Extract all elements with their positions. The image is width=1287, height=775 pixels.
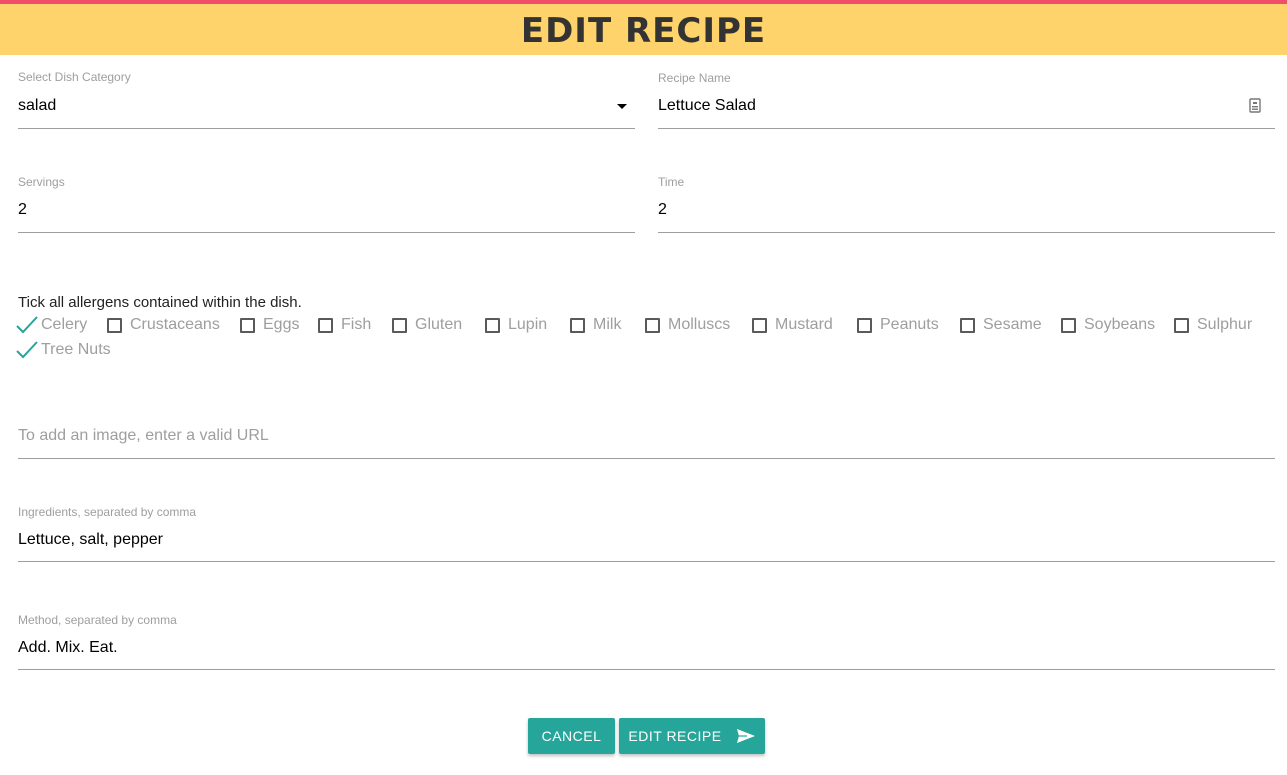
method-input[interactable]: Add. Mix. Eat.	[18, 639, 118, 657]
checkbox-box[interactable]	[392, 317, 407, 333]
checkmark-icon	[16, 316, 38, 334]
allergen-label: Crustaceans	[130, 316, 220, 333]
servings-input[interactable]: 2	[18, 201, 27, 219]
ingredients-label: Ingredients, separated by comma	[18, 505, 197, 519]
allergen-checkbox-molluscs[interactable]: Molluscs	[645, 315, 730, 335]
recipe-name-underline	[658, 128, 1275, 129]
time-input[interactable]: 2	[658, 201, 667, 219]
checkbox-box[interactable]	[570, 317, 585, 333]
checkbox-box[interactable]	[1174, 317, 1189, 333]
method-label: Method, separated by comma	[18, 613, 177, 627]
time-field[interactable]: Time 2	[658, 175, 1275, 235]
allergen-label: Peanuts	[880, 316, 939, 333]
ingredients-input[interactable]: Lettuce, salt, pepper	[18, 531, 163, 549]
dish-category-select[interactable]: Select Dish Category salad	[18, 70, 635, 130]
allergen-checkbox-mustard[interactable]: Mustard	[752, 315, 833, 335]
checkbox-box[interactable]	[1061, 317, 1076, 333]
dish-category-underline	[18, 128, 635, 129]
checkbox-box[interactable]	[857, 317, 872, 333]
allergen-label: Eggs	[263, 316, 300, 333]
cancel-button[interactable]: CANCEL	[528, 718, 615, 754]
clipboard-icon	[1249, 98, 1261, 113]
servings-label: Servings	[18, 175, 65, 189]
edit-recipe-button[interactable]: EDIT RECIPE	[619, 718, 765, 754]
allergen-label: Fish	[341, 316, 372, 333]
allergen-label: Molluscs	[668, 316, 731, 333]
allergen-label: Celery	[41, 316, 88, 333]
checkbox-box[interactable]	[485, 317, 500, 333]
dish-category-value[interactable]: salad	[18, 97, 56, 115]
allergen-checkbox-sesame[interactable]: Sesame	[960, 315, 1042, 335]
servings-field[interactable]: Servings 2	[18, 175, 635, 235]
image-url-input[interactable]: To add an image, enter a valid URL	[18, 427, 269, 445]
recipe-name-field[interactable]: Recipe Name Lettuce Salad	[658, 71, 1275, 130]
allergen-label: Sulphur	[1197, 316, 1253, 333]
allergens-title: Tick all allergens contained within the …	[18, 294, 302, 311]
allergen-label: Soybeans	[1084, 316, 1156, 333]
edit-recipe-button-label: EDIT RECIPE	[628, 728, 722, 744]
checkbox-box[interactable]	[752, 317, 767, 333]
time-underline	[658, 232, 1275, 233]
allergen-checkbox-tree-nuts[interactable]: Tree Nuts	[16, 340, 111, 360]
servings-underline	[18, 232, 635, 233]
allergen-label: Lupin	[508, 316, 548, 333]
checkbox-box[interactable]	[960, 317, 975, 333]
checkbox-box[interactable]	[318, 317, 333, 333]
dish-category-label: Select Dish Category	[18, 70, 131, 84]
cancel-button-label: CANCEL	[541, 728, 602, 744]
time-label: Time	[658, 175, 685, 189]
checkbox-box[interactable]	[107, 317, 122, 333]
allergen-checkbox-lupin[interactable]: Lupin	[485, 315, 547, 335]
recipe-name-label: Recipe Name	[658, 71, 731, 85]
allergen-checkbox-soybeans[interactable]: Soybeans	[1061, 315, 1155, 335]
allergen-checkbox-gluten[interactable]: Gluten	[392, 315, 462, 335]
method-underline	[18, 669, 1275, 670]
allergen-checkbox-peanuts[interactable]: Peanuts	[857, 315, 939, 335]
allergen-checkbox-celery[interactable]: Celery	[16, 315, 88, 335]
recipe-name-input[interactable]: Lettuce Salad	[658, 97, 756, 115]
ingredients-underline	[18, 561, 1275, 562]
allergen-checkbox-milk[interactable]: Milk	[570, 315, 621, 335]
allergen-label: Mustard	[775, 316, 833, 333]
send-icon	[736, 729, 755, 743]
checkmark-icon	[16, 341, 38, 359]
caret-down-icon[interactable]	[617, 104, 627, 109]
image-url-field[interactable]: To add an image, enter a valid URL	[18, 426, 1275, 460]
page-header: EDIT RECIPE	[0, 4, 1287, 55]
allergen-label: Gluten	[415, 316, 463, 333]
method-field[interactable]: Method, separated by comma Add. Mix. Eat…	[18, 613, 1275, 671]
allergen-checkbox-crustaceans[interactable]: Crustaceans	[107, 315, 220, 335]
page-title: EDIT RECIPE	[520, 11, 767, 51]
checkbox-box[interactable]	[645, 317, 660, 333]
allergen-label: Milk	[593, 316, 622, 333]
allergen-checkbox-fish[interactable]: Fish	[318, 315, 371, 335]
allergen-label: Sesame	[983, 316, 1042, 333]
allergen-checkbox-sulphur[interactable]: Sulphur	[1174, 315, 1252, 335]
checkbox-box[interactable]	[240, 317, 255, 333]
ingredients-field[interactable]: Ingredients, separated by comma Lettuce,…	[18, 505, 1275, 563]
allergen-checkbox-eggs[interactable]: Eggs	[240, 315, 299, 335]
image-url-underline	[18, 458, 1275, 459]
allergen-label: Tree Nuts	[41, 341, 111, 358]
